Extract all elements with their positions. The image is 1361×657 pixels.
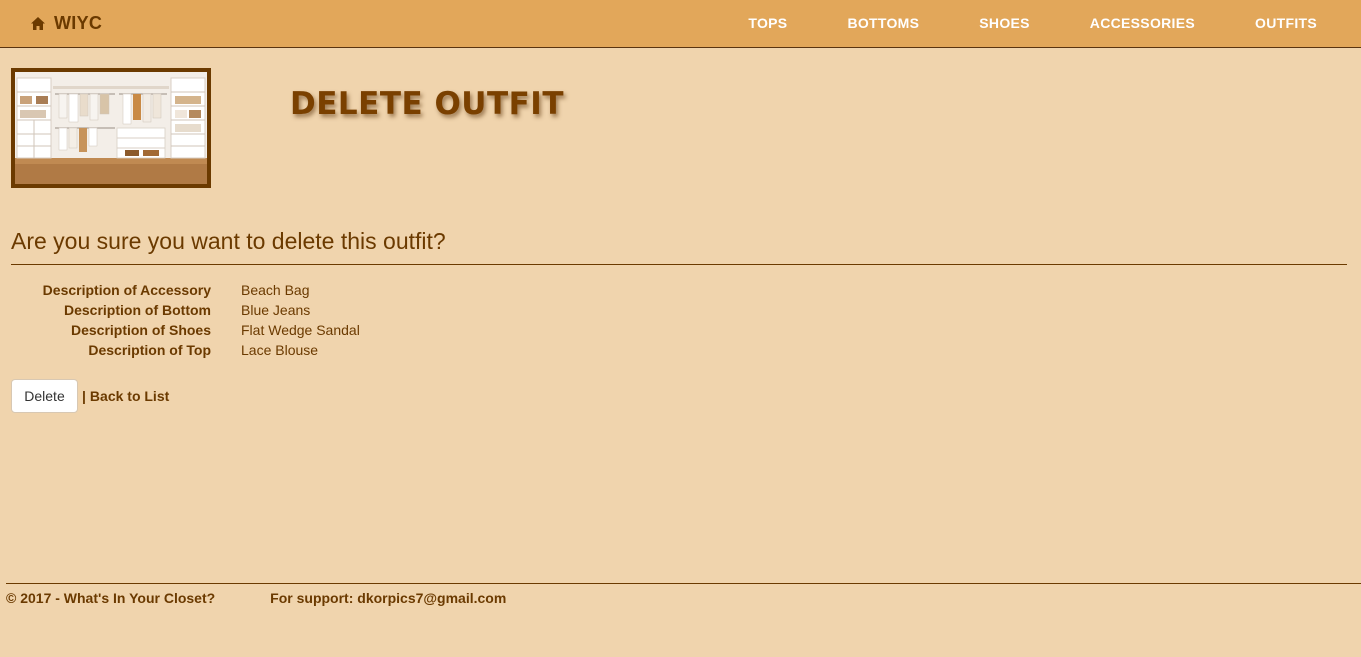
actions: Delete | Back to List [11, 379, 169, 413]
home-icon [30, 16, 46, 31]
nav-link-shoes[interactable]: SHOES [949, 0, 1060, 47]
footer-divider [6, 583, 1361, 584]
outfit-details: Description of Accessory Beach Bag Descr… [11, 280, 360, 360]
detail-label: Description of Top [88, 342, 211, 358]
nav-links: TOPS BOTTOMS SHOES ACCESSORIES OUTFITS [718, 0, 1361, 47]
detail-row-accessory: Description of Accessory Beach Bag [11, 280, 360, 300]
confirm-question: Are you sure you want to delete this out… [11, 228, 446, 254]
footer: © 2017 - What's In Your Closet? For supp… [6, 590, 506, 606]
footer-copyright: © 2017 - What's In Your Closet? [6, 590, 216, 606]
action-separator: | [82, 388, 86, 404]
closet-image [11, 68, 211, 188]
detail-row-top: Description of Top Lace Blouse [11, 340, 360, 360]
delete-button[interactable]: Delete [11, 379, 78, 413]
nav-link-outfits[interactable]: OUTFITS [1225, 0, 1361, 47]
detail-label: Description of Accessory [42, 282, 211, 298]
nav-link-bottoms[interactable]: BOTTOMS [817, 0, 949, 47]
detail-value: Beach Bag [241, 282, 310, 298]
nav-link-accessories[interactable]: ACCESSORIES [1060, 0, 1225, 47]
detail-row-shoes: Description of Shoes Flat Wedge Sandal [11, 320, 360, 340]
page-title: DELETE OUTFIT [290, 86, 564, 122]
detail-value: Flat Wedge Sandal [241, 322, 360, 338]
detail-value: Blue Jeans [241, 302, 311, 318]
detail-label: Description of Bottom [64, 302, 211, 318]
nav-link-tops[interactable]: TOPS [718, 0, 817, 47]
back-to-list-link[interactable]: Back to List [90, 388, 169, 404]
navbar: WIYC TOPS BOTTOMS SHOES ACCESSORIES OUTF… [0, 0, 1361, 48]
detail-label: Description of Shoes [70, 322, 211, 338]
divider [11, 264, 1347, 265]
detail-row-bottom: Description of Bottom Blue Jeans [11, 300, 360, 320]
footer-support: For support: dkorpics7@gmail.com [270, 590, 507, 606]
brand-label: WIYC [54, 13, 103, 33]
brand-link[interactable]: WIYC [30, 13, 102, 34]
detail-value: Lace Blouse [241, 342, 319, 358]
